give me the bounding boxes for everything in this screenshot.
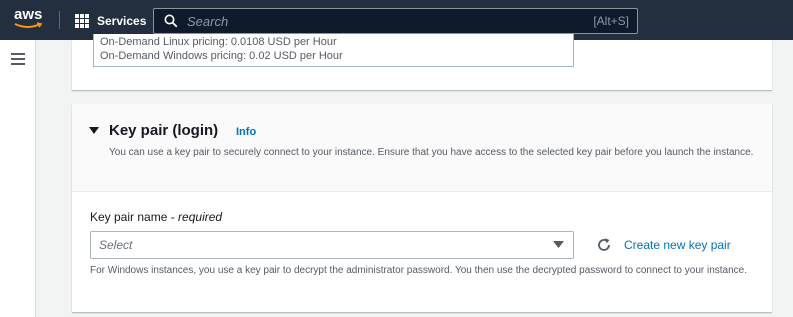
caret-down-icon[interactable] (89, 127, 99, 135)
aws-logo[interactable]: aws (14, 6, 46, 34)
key-pair-select-placeholder: Select (99, 238, 133, 252)
instance-type-card: On-Demand Linux pricing: 0.0108 USD per … (72, 34, 772, 90)
pricing-box: On-Demand Linux pricing: 0.0108 USD per … (93, 34, 574, 67)
create-new-key-pair-link[interactable]: Create new key pair (624, 238, 731, 252)
key-pair-description: You can use a key pair to securely conne… (109, 147, 754, 158)
linux-pricing: On-Demand Linux pricing: 0.0108 USD per … (100, 36, 337, 48)
field-label-text: Key pair name - (90, 210, 179, 224)
aws-logo-text: aws (14, 6, 43, 23)
field-required-text: required (178, 210, 223, 224)
key-pair-title[interactable]: Key pair (login) (109, 122, 218, 139)
nav-divider (59, 11, 60, 29)
aws-smile-icon (14, 22, 43, 28)
key-pair-card: Key pair (login) Info You can use a key … (72, 104, 772, 312)
search-icon (164, 14, 178, 28)
services-grid-icon (75, 14, 89, 28)
services-menu-button[interactable]: Services (75, 12, 146, 30)
info-link[interactable]: Info (236, 126, 256, 138)
side-navigation-rail (0, 40, 36, 317)
search-placeholder: Search (187, 13, 229, 29)
dropdown-arrow-icon (553, 241, 564, 248)
windows-key-pair-hint: For Windows instances, you use a key pai… (90, 265, 748, 276)
key-pair-select[interactable]: Select (90, 231, 574, 259)
key-pair-name-label: Key pair name - required (90, 210, 222, 224)
search-shortcut-hint: [Alt+S] (593, 14, 629, 28)
refresh-icon[interactable] (596, 237, 612, 253)
windows-pricing: On-Demand Windows pricing: 0.02 USD per … (100, 50, 343, 62)
services-label: Services (97, 14, 147, 28)
search-input[interactable]: Search [Alt+S] (153, 8, 638, 34)
key-pair-header: Key pair (login) Info You can use a key … (72, 104, 772, 192)
hamburger-icon[interactable] (11, 53, 25, 65)
